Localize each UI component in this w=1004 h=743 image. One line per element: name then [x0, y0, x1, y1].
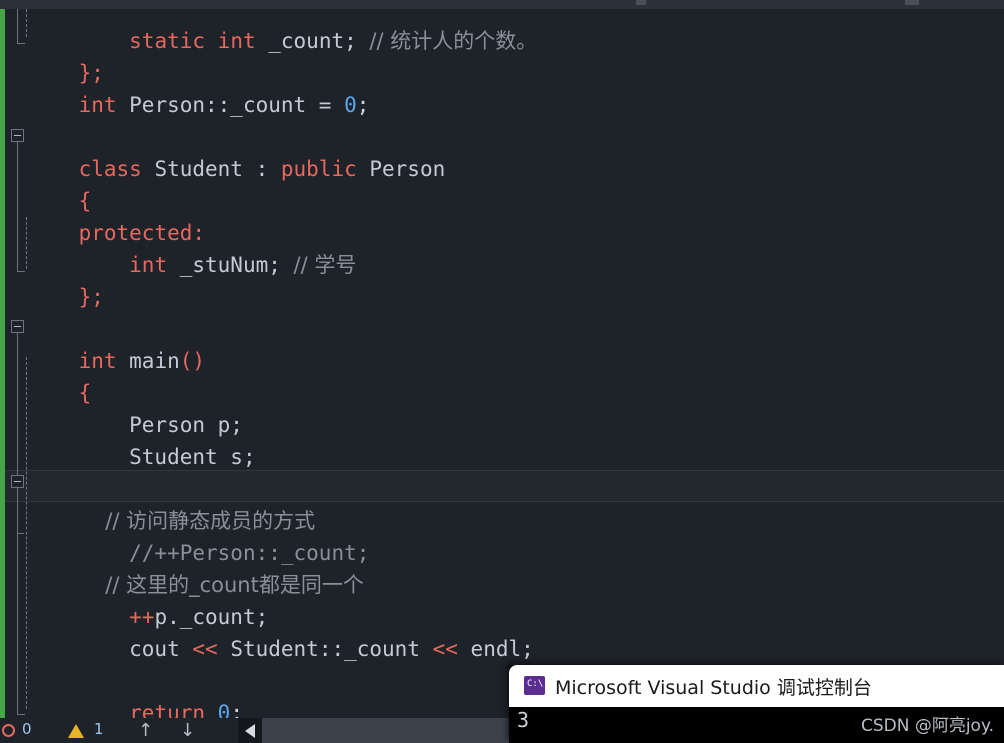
token-keyword-static: static: [129, 29, 206, 53]
code-line-19[interactable]: ++p._count;: [28, 569, 268, 629]
code-line-3[interactable]: int Person::_count = 0;: [28, 57, 370, 117]
fold-box-main[interactable]: [11, 320, 24, 333]
code-line-12[interactable]: {: [28, 345, 92, 405]
token-identifier-cout: cout: [78, 637, 193, 661]
token-identifier-count: _count;: [255, 29, 370, 53]
code-line-16[interactable]: // 访问静态成员的方式: [28, 473, 315, 533]
console-title: Microsoft Visual Studio 调试控制台: [555, 677, 872, 699]
token-identifier-stunum: _stuNum;: [167, 253, 294, 277]
error-icon: [2, 724, 15, 737]
token-parens: (): [179, 349, 206, 373]
token-number-zero: 0: [217, 701, 231, 718]
token-base-class-person: Person: [356, 157, 446, 181]
code-line-6[interactable]: {: [28, 153, 92, 213]
code-line-7[interactable]: protected:: [28, 185, 205, 245]
code-line-13[interactable]: Person p;: [28, 377, 243, 437]
code-line-11[interactable]: int main(): [28, 313, 205, 373]
nav-previous-issue-icon[interactable]: ↑: [138, 720, 153, 741]
nav-next-issue-icon[interactable]: ↓: [180, 720, 195, 741]
token-comment-count-people: // 统计人的个数。: [369, 29, 538, 53]
code-editor[interactable]: static int _count; // 统计人的个数。 }; int Per…: [0, 9, 1004, 718]
command-prompt-icon-label: C:\: [527, 679, 544, 689]
indent-guide-main: [26, 357, 27, 709]
splitter-handle-right[interactable]: [905, 0, 919, 5]
console-output-area[interactable]: 3 CSDN @阿亮joy.: [509, 707, 1004, 743]
fold-rail-foot-main: [17, 714, 25, 715]
debug-console-window[interactable]: C:\ Microsoft Visual Studio 调试控制台 3 CSDN…: [509, 665, 1004, 743]
token-decl-student-s: Student s;: [78, 445, 256, 469]
code-line-18[interactable]: // 这里的_count都是同一个: [28, 537, 364, 597]
splitter-handle-center[interactable]: [636, 0, 646, 5]
token-keyword-int: int: [217, 29, 256, 53]
token-student-count: Student::_count: [217, 637, 433, 661]
error-count[interactable]: 0: [22, 720, 32, 738]
code-line-1[interactable]: static int _count; // 统计人的个数。: [28, 9, 537, 53]
code-line-20[interactable]: cout << Student::_count << endl;: [28, 601, 534, 661]
token-operator-stream-1: <<: [192, 637, 218, 661]
token-identifier-endl: endl;: [457, 637, 534, 661]
token-comment-student-id: // 学号: [293, 253, 357, 277]
token-person-count-def: Person::_count =: [116, 93, 345, 117]
console-title-bar[interactable]: C:\ Microsoft Visual Studio 调试控制台: [509, 665, 1004, 707]
fold-rail-person: [17, 9, 18, 43]
code-line-9[interactable]: };: [28, 249, 104, 309]
token-keyword-return: return: [129, 701, 206, 718]
token-brace-close-student: };: [78, 285, 104, 309]
token-function-main: main: [116, 349, 180, 373]
command-prompt-icon: C:\: [524, 676, 545, 695]
token-number-zero: 0: [344, 93, 357, 117]
console-output-line: 3: [517, 708, 530, 732]
fold-rail-foot-person: [17, 43, 25, 44]
warning-count[interactable]: 1: [94, 720, 104, 738]
token-semicolon: ;: [230, 701, 243, 718]
indent-guide-student: [26, 217, 27, 269]
token-operator-stream-2: <<: [432, 637, 458, 661]
code-line-8[interactable]: int _stuNum; // 学号: [28, 217, 356, 277]
token-keyword-int: int: [78, 93, 117, 117]
code-line-5[interactable]: class Student : public Person: [28, 121, 446, 181]
fold-rail-comment: [17, 488, 18, 533]
code-line-2[interactable]: };: [28, 25, 104, 85]
warning-icon: [68, 724, 84, 738]
token-keyword-public: public: [280, 157, 357, 181]
token-class-name-student: Student :: [141, 157, 281, 181]
token-keyword-int: int: [129, 253, 168, 277]
code-line-23[interactable]: }: [28, 697, 91, 718]
code-line-17[interactable]: //++Person::_count;: [28, 505, 369, 565]
token-semicolon: ;: [356, 93, 370, 117]
fold-rail-foot-comment: [17, 533, 24, 534]
code-line-14[interactable]: Student s;: [28, 409, 255, 469]
code-line-22[interactable]: return 0;: [28, 665, 243, 718]
fold-box-comment-block[interactable]: [11, 475, 24, 488]
csdn-watermark: CSDN @阿亮joy.: [860, 716, 994, 736]
fold-box-class-student[interactable]: [11, 129, 24, 142]
scroll-left-arrow-icon[interactable]: [238, 718, 262, 743]
fold-rail-student: [17, 142, 18, 271]
indent-guide-person: [26, 9, 27, 37]
fold-rail-foot-student: [17, 271, 25, 272]
